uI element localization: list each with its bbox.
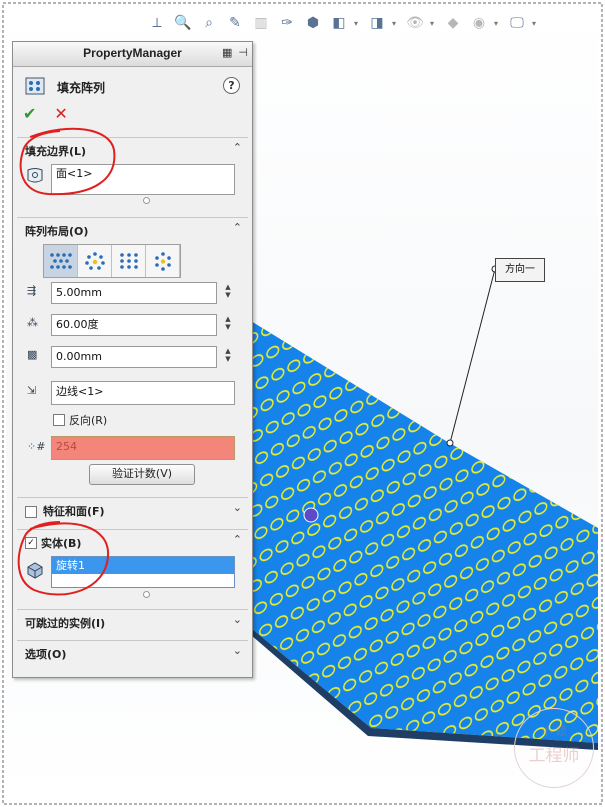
bodies-list[interactable]: 旋转1 <box>51 556 235 588</box>
fill-boundary-list[interactable]: 面<1> <box>51 164 235 195</box>
property-manager-panel: PropertyManager ▦ ⊣ 填充阵列 ? ✔ ✕ 填充边界(L) ⌃ <box>12 41 253 678</box>
angle-input[interactable]: 60.00度 <box>51 314 217 336</box>
bodies-title[interactable]: 实体(B) <box>41 535 81 551</box>
chevron-up-icon[interactable]: ⌃ <box>233 533 242 546</box>
section-features-faces: 特征和面(F) ⌄ <box>17 497 248 528</box>
features-faces-title[interactable]: 特征和面(F) <box>43 503 105 519</box>
pattern-layout-title[interactable]: 阵列布局(O) <box>25 223 88 239</box>
visibility-icon[interactable]: 👁 <box>404 12 426 34</box>
panel-layout-icon[interactable]: ▦ <box>222 46 232 59</box>
chevron-down-icon[interactable]: ▾ <box>392 19 400 28</box>
hide-show-icon[interactable]: ◨ <box>366 12 388 34</box>
stagger-angle-icon: ⁂ <box>27 316 38 329</box>
fill-boundary-title[interactable]: 填充边界(L) <box>25 143 86 159</box>
solid-body-icon <box>25 560 47 582</box>
spacing-stepper[interactable]: ▲ ▼ <box>222 283 234 299</box>
square-pattern-icon <box>119 253 138 269</box>
bodies-checkbox[interactable]: ✓ <box>25 537 37 549</box>
perforation-grid-icon <box>49 253 72 269</box>
circular-layout-button[interactable] <box>78 245 112 277</box>
callout-leader <box>449 268 496 444</box>
feature-title-row: 填充阵列 ? <box>21 76 244 98</box>
margin-stepper[interactable]: ▲ ▼ <box>222 347 234 363</box>
options-title[interactable]: 选项(O) <box>25 646 66 662</box>
list-resize-handle[interactable] <box>143 197 150 204</box>
bodies-list-item[interactable]: 旋转1 <box>52 557 234 574</box>
reverse-label: 反向(R) <box>69 414 108 427</box>
polygon-pattern-icon <box>154 252 171 271</box>
section-options: 选项(O) ⌄ <box>17 640 248 671</box>
section-pattern-layout: 阵列布局(O) ⌃ ⇶ 5.00mm ▲ ▼ ⁂ 60.00度 ▲ ▼ ▩ 0.… <box>17 217 248 493</box>
margin-icon: ▩ <box>27 348 38 361</box>
cancel-x-icon[interactable]: ✕ <box>54 104 67 123</box>
display-style-icon[interactable]: ◧ <box>328 12 350 34</box>
section-bodies: ✓ 实体(B) ⌃ 旋转1 <box>17 529 248 612</box>
pin-icon[interactable]: ⊣ <box>238 46 248 59</box>
reverse-checkbox[interactable] <box>53 414 65 426</box>
seed-feature-marker <box>303 507 319 523</box>
panel-header: PropertyManager ▦ ⊣ <box>13 42 252 67</box>
circular-pattern-icon <box>84 252 105 270</box>
screenshot-frame: 方向一 ⟂ 🔍 ⌕ ✎ ▥ ✑ ⬢ ◧ ▾ ◨ ▾ 👁 ▾ ◆ ◉ ▾ 🖵 ▾ … <box>0 0 605 807</box>
dynamic-annotation-icon[interactable]: ✑ <box>276 12 298 34</box>
perforation-layout-button[interactable] <box>44 245 78 277</box>
zoom-previous-icon[interactable]: ⌕ <box>198 12 220 34</box>
chevron-up-icon[interactable]: ⌃ <box>233 221 242 234</box>
chevron-down-icon[interactable]: ▾ <box>354 19 362 28</box>
chevron-down-icon[interactable]: ⌄ <box>233 613 242 626</box>
verify-count-button[interactable]: 验证计数(V) <box>89 464 195 485</box>
ok-check-icon[interactable]: ✔ <box>23 104 36 123</box>
appearance-icon[interactable]: ◆ <box>442 12 464 34</box>
chevron-down-icon[interactable]: ▾ <box>430 19 438 28</box>
watermark-small-text: 小 硕 <box>541 725 567 738</box>
instance-count-field: 254 <box>51 436 235 460</box>
watermark-seal: 小 硕 工程师 <box>514 708 594 788</box>
angle-stepper[interactable]: ▲ ▼ <box>222 315 234 331</box>
chevron-down-icon[interactable]: ⌄ <box>233 644 242 657</box>
help-icon[interactable]: ? <box>223 77 240 94</box>
spacing-input[interactable]: 5.00mm <box>51 282 217 304</box>
layout-type-buttons <box>43 244 181 278</box>
previous-view-icon[interactable]: ✎ <box>224 12 246 34</box>
section-view-icon[interactable]: ▥ <box>250 12 272 34</box>
chevron-up-icon[interactable]: ⌃ <box>233 141 242 154</box>
zoom-area-icon[interactable]: 🔍 <box>172 12 194 34</box>
skip-instances-title[interactable]: 可跳过的实例(I) <box>25 615 105 631</box>
features-faces-checkbox[interactable] <box>25 506 37 518</box>
view-orientation-icon[interactable]: ⬢ <box>302 12 324 34</box>
square-layout-button[interactable] <box>112 245 146 277</box>
direction-input[interactable]: 边线<1> <box>51 381 235 405</box>
fill-pattern-icon <box>25 77 45 95</box>
scene-icon[interactable]: ◉ <box>468 12 490 34</box>
section-fill-boundary: 填充边界(L) ⌃ 面<1> <box>17 137 248 210</box>
chevron-down-icon[interactable]: ⌄ <box>233 501 242 514</box>
feature-name: 填充阵列 <box>57 81 106 95</box>
chevron-down-icon[interactable]: ▾ <box>494 19 502 28</box>
callout-anchor <box>446 439 454 447</box>
instance-spacing-icon: ⇶ <box>27 284 37 297</box>
face-selection-icon <box>25 166 47 188</box>
chevron-down-icon[interactable]: ▾ <box>532 19 540 28</box>
instance-count-icon: ⁘# <box>27 440 46 453</box>
view-settings-icon[interactable]: 🖵 <box>506 12 528 34</box>
list-resize-handle[interactable] <box>143 591 150 598</box>
polygon-layout-button[interactable] <box>146 245 180 277</box>
margin-input[interactable]: 0.00mm <box>51 346 217 368</box>
watermark-large-text: 工程师 <box>528 746 580 766</box>
direction-callout[interactable]: 方向一 <box>495 258 545 282</box>
heads-up-toolbar: ⟂ 🔍 ⌕ ✎ ▥ ✑ ⬢ ◧ ▾ ◨ ▾ 👁 ▾ ◆ ◉ ▾ 🖵 ▾ <box>146 10 540 36</box>
ok-cancel-row: ✔ ✕ <box>23 104 68 123</box>
pattern-direction-icon: ⇲ <box>27 384 37 397</box>
section-skip-instances: 可跳过的实例(I) ⌄ <box>17 609 248 640</box>
panel-title: PropertyManager <box>83 46 182 60</box>
zoom-to-fit-icon[interactable]: ⟂ <box>146 12 168 34</box>
